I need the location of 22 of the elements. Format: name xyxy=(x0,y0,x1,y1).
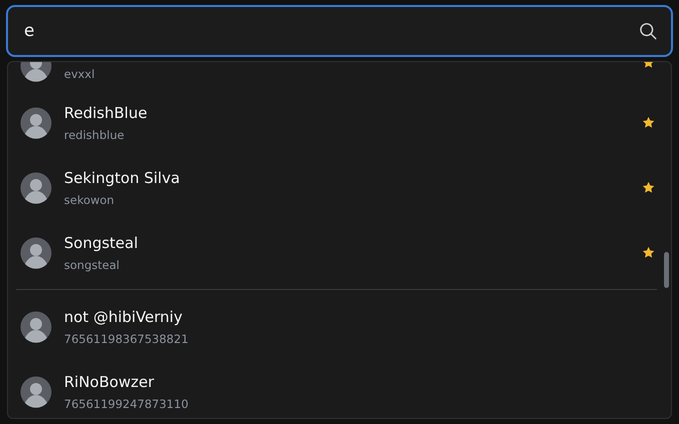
scrollbar-thumb[interactable] xyxy=(664,252,669,288)
username: 76561198367538821 xyxy=(64,332,190,346)
star-icon[interactable] xyxy=(642,246,655,259)
username: songsteal xyxy=(64,258,120,272)
username: evxxl xyxy=(64,67,96,81)
user-name[interactable]: RiNoBowzer xyxy=(64,372,630,390)
user-name[interactable]: Songsteal xyxy=(64,234,630,252)
username: sekowon xyxy=(64,192,116,206)
avatar-icon xyxy=(20,310,52,342)
star-icon[interactable] xyxy=(642,116,655,129)
username: 76561199247873110 xyxy=(64,396,190,410)
username: redishblue xyxy=(64,128,126,142)
user-name[interactable]: Sekington Silva xyxy=(64,168,630,186)
search-field[interactable]: e xyxy=(6,5,673,57)
search-icon[interactable] xyxy=(639,22,657,40)
avatar-icon xyxy=(20,236,52,268)
star-icon[interactable] xyxy=(642,181,655,194)
user-name[interactable]: not @hibiVerniy xyxy=(64,308,630,326)
avatar-icon xyxy=(20,106,52,138)
avatar-icon xyxy=(20,376,52,408)
avatar-icon xyxy=(20,172,52,204)
user-name[interactable]: RedishBlue xyxy=(64,104,630,122)
